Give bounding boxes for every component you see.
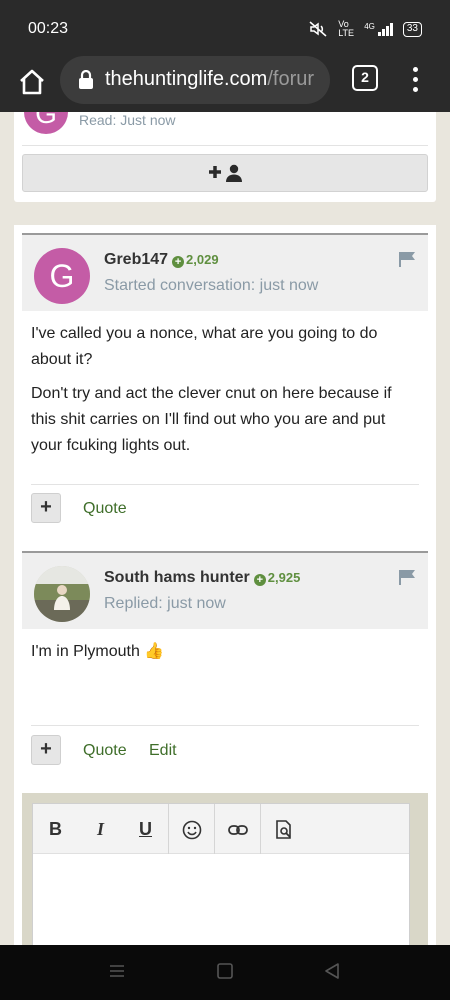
username-row: Greb147 +2,029 <box>104 251 219 269</box>
avatar-photo <box>34 566 90 622</box>
dot <box>412 77 418 82</box>
username-row: South hams hunter +2,925 <box>104 569 300 587</box>
smiley-icon <box>182 820 201 840</box>
divider <box>31 484 419 485</box>
url-path: /forur <box>267 68 315 90</box>
score-value: 2,925 <box>267 570 301 585</box>
system-navigation-bar <box>0 945 450 1000</box>
message-header: South hams hunter +2,925 Replied: just no… <box>22 551 428 629</box>
address-bar[interactable]: thehuntinglife.com/forur <box>60 56 330 104</box>
preview-group <box>261 804 306 854</box>
reply-editor[interactable]: B I U <box>32 803 410 945</box>
message-paragraph: I've called you a nonce, what are you go… <box>31 325 378 368</box>
edit-link[interactable]: Edit <box>149 742 177 760</box>
lock-icon <box>79 70 93 89</box>
user-avatar[interactable]: G <box>34 248 90 304</box>
link-group <box>215 804 261 854</box>
user-avatar[interactable] <box>34 566 90 622</box>
add-user-icon <box>209 164 242 182</box>
message-header: G Greb147 +2,029 Started conversation: ju… <box>22 233 428 311</box>
emoji-button[interactable] <box>169 804 214 854</box>
participants-card: G Read: Just now <box>14 112 436 202</box>
conversation-card: G Greb147 +2,029 Started conversation: ju… <box>14 225 436 945</box>
preview-icon <box>275 820 291 840</box>
quote-link[interactable]: Quote <box>83 500 127 518</box>
quote-link[interactable]: Quote <box>83 742 127 760</box>
home-icon <box>20 69 44 95</box>
home-button[interactable] <box>16 66 48 98</box>
link-button[interactable] <box>215 804 260 854</box>
reply-editor-frame: B I U <box>22 793 428 945</box>
recents-icon[interactable] <box>108 963 126 979</box>
reputation-score: +2,925 <box>253 570 301 586</box>
volte-label: Vo LTE <box>338 19 355 38</box>
divider <box>22 145 428 146</box>
flag-icon[interactable] <box>398 251 416 267</box>
read-status: Read: Just now <box>79 112 176 128</box>
tab-switcher-button[interactable]: 2 <box>352 65 378 91</box>
like-button[interactable]: + <box>31 735 61 765</box>
message-meta: Started conversation: just now <box>104 277 319 294</box>
status-time: 00:23 <box>28 20 69 37</box>
format-group: B I U <box>33 804 169 854</box>
mute-icon <box>309 21 327 37</box>
editor-toolbar: B I U <box>33 804 409 854</box>
participant-avatar[interactable]: G <box>24 112 68 134</box>
preview-button[interactable] <box>261 804 306 854</box>
emoji-group <box>169 804 215 854</box>
flag-icon[interactable] <box>398 569 416 585</box>
message-meta: Replied: just now <box>104 595 226 612</box>
dot <box>412 87 418 92</box>
underline-button[interactable]: U <box>123 804 168 854</box>
divider <box>31 725 419 726</box>
dot <box>412 67 418 72</box>
message-paragraph: Don't try and act the clever cnut on her… <box>31 385 392 454</box>
url-domain: thehuntinglife.com <box>105 68 268 90</box>
url-text: thehuntinglife.com/forur <box>105 68 314 91</box>
username[interactable]: South hams hunter <box>104 569 250 586</box>
username[interactable]: Greb147 <box>104 251 168 268</box>
reputation-score: +2,029 <box>172 252 219 268</box>
message-body: I'm in Plymouth 👍 <box>31 639 411 673</box>
link-icon <box>227 825 248 836</box>
browser-toolbar: thehuntinglife.com/forur 2 <box>0 56 450 112</box>
score-value: 2,029 <box>186 252 219 267</box>
status-bar: 00:23 Vo LTE 4G 33 <box>0 0 450 56</box>
back-icon[interactable] <box>323 963 341 979</box>
plus-circle-icon: + <box>172 256 185 268</box>
home-nav-icon[interactable] <box>216 963 234 979</box>
bold-button[interactable]: B <box>33 804 78 854</box>
page-content: G Read: Just now G Greb147 +2,029 Started… <box>0 112 450 945</box>
italic-button[interactable]: I <box>78 804 123 854</box>
like-button[interactable]: + <box>31 493 61 523</box>
status-icons: Vo LTE 4G 33 <box>308 20 422 38</box>
plus-circle-icon: + <box>253 574 266 586</box>
signal-icon: 4G <box>364 22 393 36</box>
browser-menu-button[interactable] <box>405 64 425 98</box>
invite-participant-button[interactable] <box>22 154 428 192</box>
signal-label: 4G <box>364 22 375 31</box>
battery-icon: 33 <box>402 21 422 37</box>
message-paragraph: I'm in Plymouth 👍 <box>31 643 165 660</box>
message-body: I've called you a nonce, what are you go… <box>31 321 411 467</box>
